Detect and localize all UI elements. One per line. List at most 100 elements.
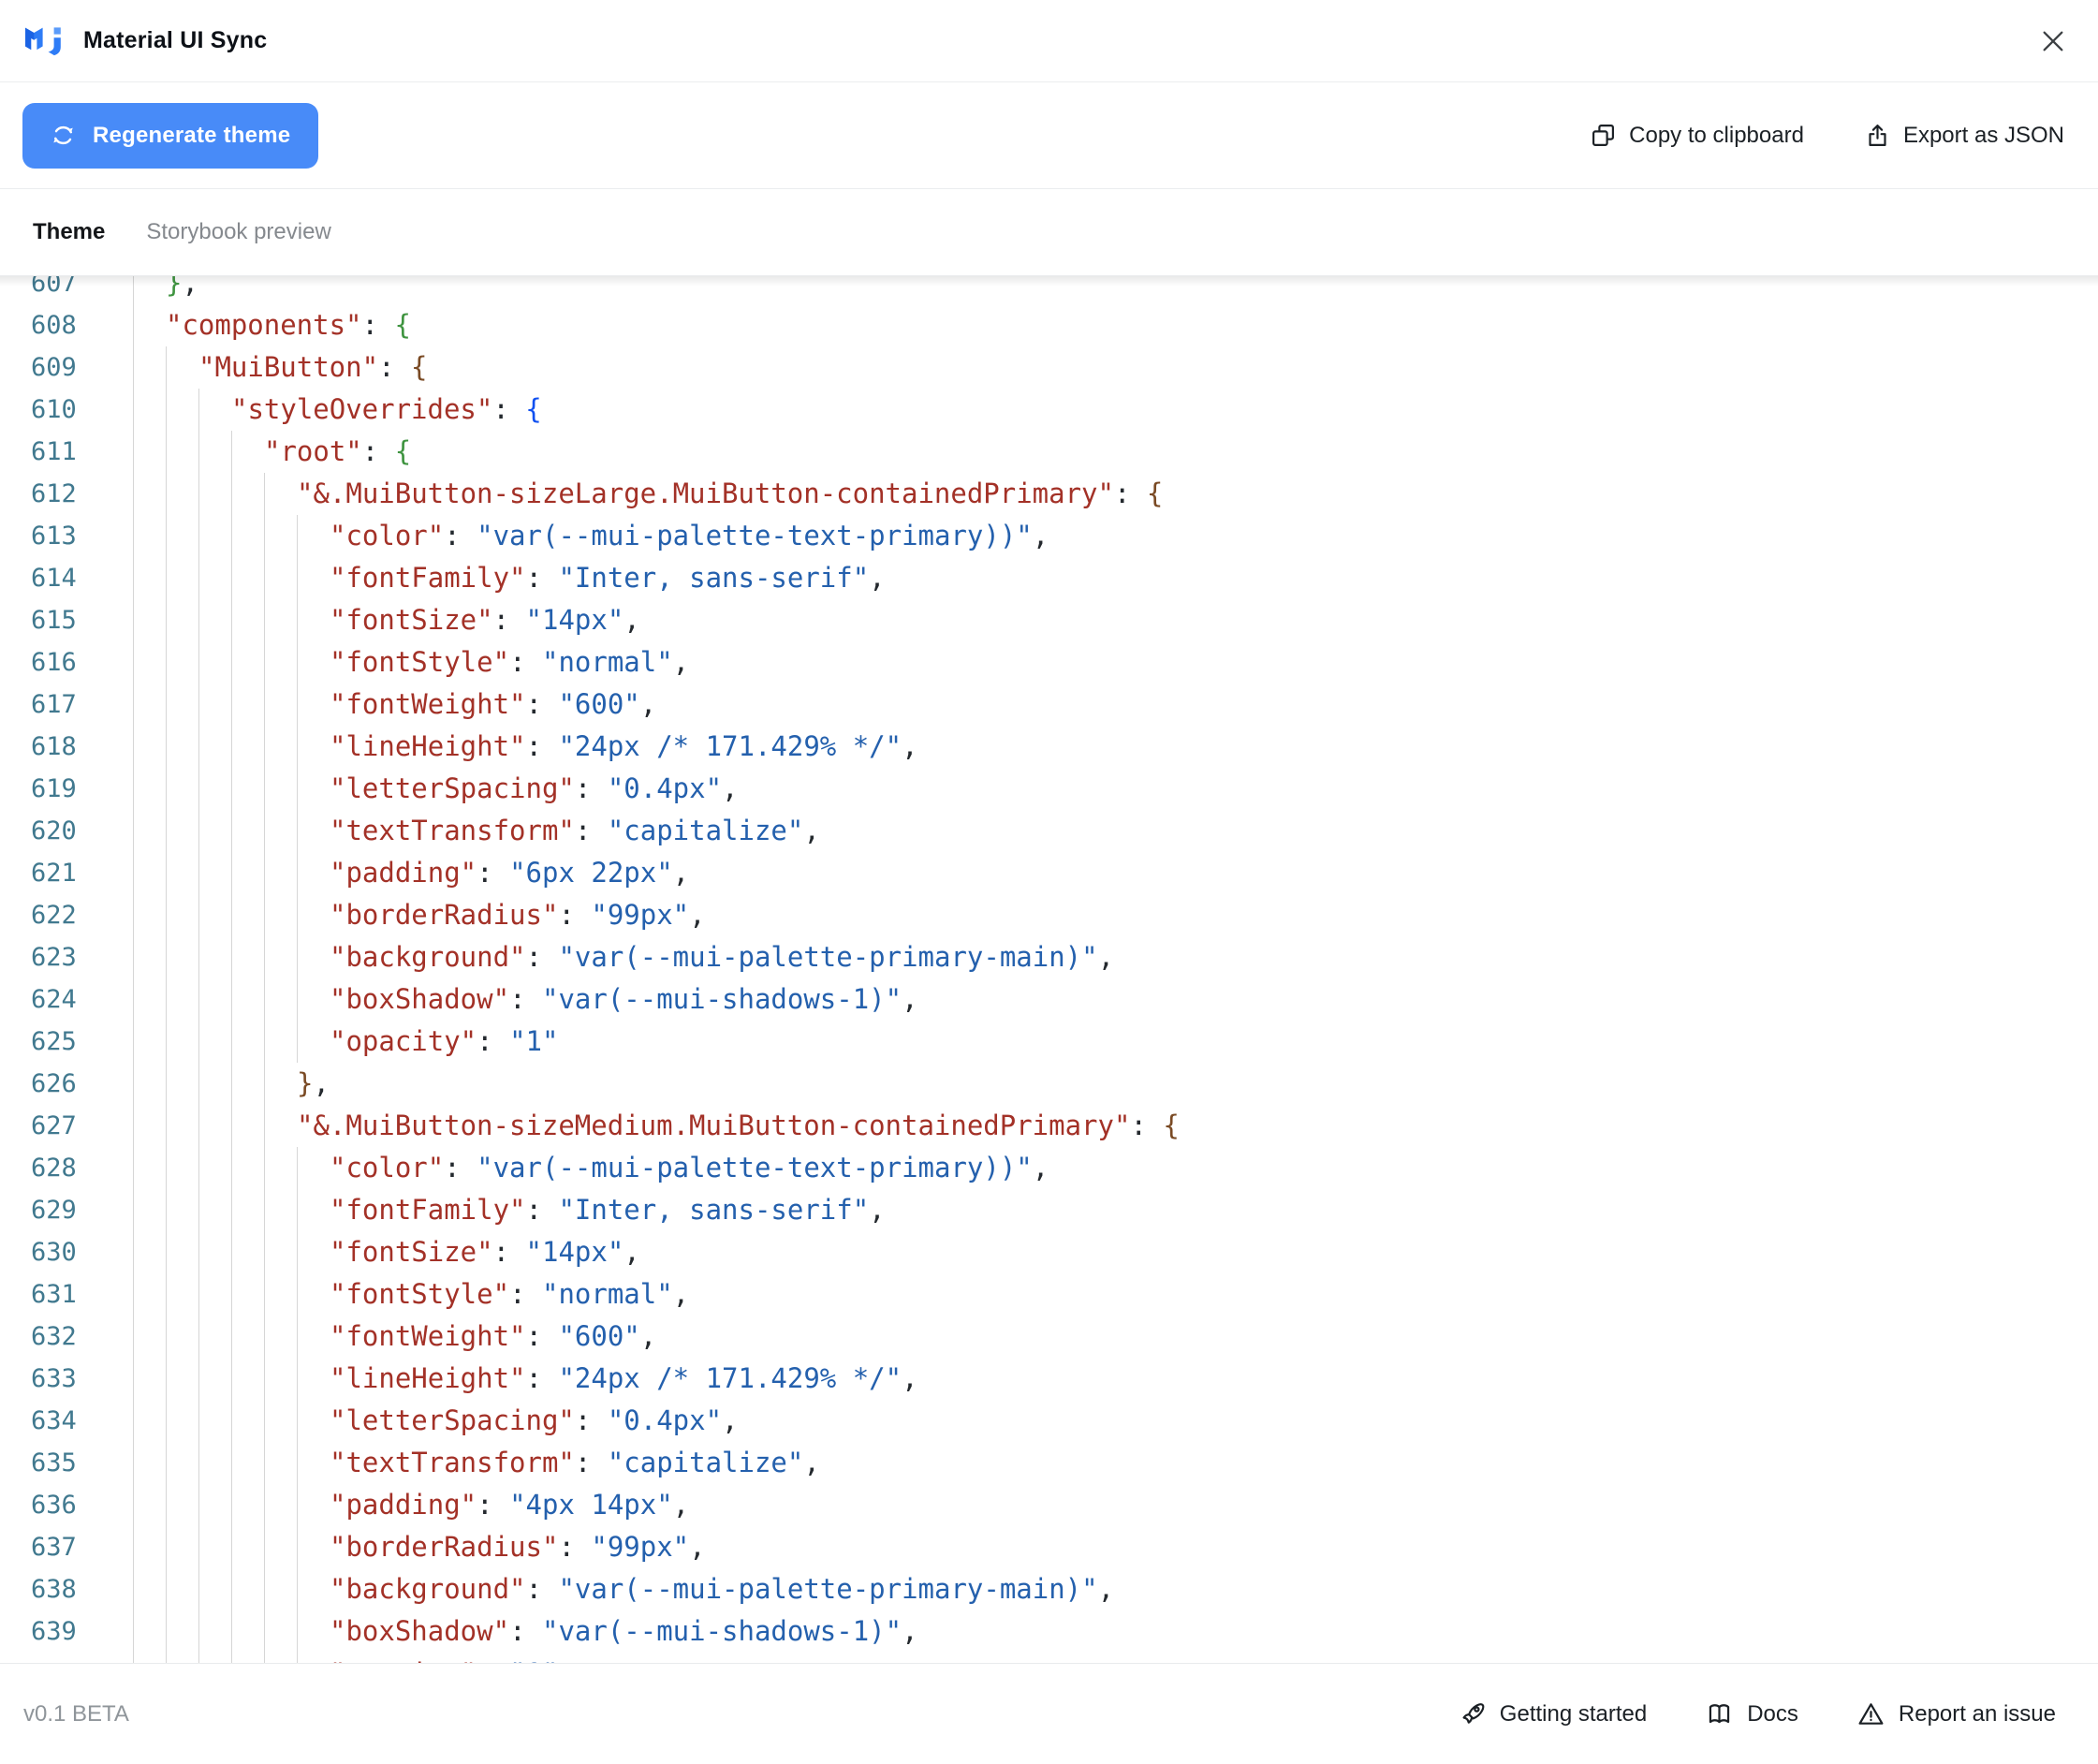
tab-bar: Theme Storybook preview — [0, 189, 2098, 276]
regenerate-theme-button[interactable]: Regenerate theme — [22, 102, 319, 169]
code-line: 619 "letterSpacing": "0.4px", — [0, 768, 2098, 810]
export-as-json-label: Export as JSON — [1902, 122, 2064, 148]
indent-guides — [133, 599, 330, 641]
indent-guides — [133, 1568, 330, 1610]
code-line: 613 "color": "var(--mui-palette-text-prim… — [0, 515, 2098, 557]
export-icon — [1864, 122, 1891, 149]
export-as-json-button[interactable]: Export as JSON — [1864, 122, 2064, 149]
code-line: 612 "&.MuiButton-sizeLarge.MuiButton-cont… — [0, 473, 2098, 515]
line-number: 636 — [31, 1491, 77, 1520]
indent-guides — [133, 768, 330, 810]
code-line: 629 "fontFamily": "Inter, sans-serif", — [0, 1189, 2098, 1231]
code-text: "MuiButton": { — [198, 351, 428, 383]
indent-guides — [133, 473, 297, 515]
indent-guides — [133, 1273, 330, 1316]
code-line: 617 "fontWeight": "600", — [0, 684, 2098, 726]
line-number: 607 — [31, 276, 77, 298]
code-text: "boxShadow": "var(--mui-shadows-1)", — [330, 1615, 918, 1647]
code-text: "boxShadow": "var(--mui-shadows-1)", — [330, 983, 918, 1015]
line-number: 623 — [31, 943, 77, 972]
line-number: 630 — [31, 1238, 77, 1267]
line-number: 634 — [31, 1406, 77, 1435]
indent-guides — [133, 1231, 330, 1273]
code-text: "textTransform": "capitalize", — [330, 815, 820, 846]
report-an-issue-label: Report an issue — [1898, 1700, 2056, 1727]
code-text: "opacity": "1" — [330, 1653, 558, 1663]
tab-theme[interactable]: Theme — [33, 219, 105, 245]
indent-guides — [133, 1189, 330, 1231]
line-number: 611 — [31, 437, 77, 466]
indent-guides — [133, 726, 330, 768]
indent-guides — [133, 1484, 330, 1526]
code-line: 635 "textTransform": "capitalize", — [0, 1442, 2098, 1484]
line-number: 617 — [31, 690, 77, 719]
tab-storybook-preview[interactable]: Storybook preview — [146, 219, 330, 245]
line-number: 635 — [31, 1448, 77, 1477]
indent-guides — [133, 1021, 330, 1063]
code-text: "components": { — [166, 309, 411, 341]
line-number: 615 — [31, 606, 77, 635]
code-text: "opacity": "1" — [330, 1025, 559, 1057]
code-line: 630 "fontSize": "14px", — [0, 1231, 2098, 1273]
line-number: 638 — [31, 1575, 77, 1604]
code-text: "fontFamily": "Inter, sans-serif", — [330, 562, 886, 594]
line-number: 622 — [31, 901, 77, 930]
code-line: 608 "components": { — [0, 304, 2098, 346]
code-text: "background": "var(--mui-palette-primary… — [330, 941, 1115, 973]
code-text: "padding": "4px 14px", — [330, 1489, 690, 1521]
code-line: 626}, — [0, 1063, 2098, 1105]
code-text: "root": { — [264, 435, 412, 467]
docs-link[interactable]: Docs — [1705, 1699, 1798, 1728]
code-line: 628 "color": "var(--mui-palette-text-prim… — [0, 1147, 2098, 1189]
getting-started-label: Getting started — [1499, 1700, 1648, 1727]
theme-code-editor[interactable]: 607}, 608 "components": {609 "MuiButton": {… — [0, 276, 2098, 1663]
line-number: 616 — [31, 648, 77, 677]
code-text: "styleOverrides": { — [231, 393, 542, 425]
getting-started-link[interactable]: Getting started — [1458, 1699, 1647, 1728]
code-line: 633 "lineHeight": "24px /* 171.429% */", — [0, 1358, 2098, 1400]
indent-guides — [133, 1442, 330, 1484]
code-text: "fontSize": "14px", — [330, 1236, 640, 1268]
code-line: 636 "padding": "4px 14px", — [0, 1484, 2098, 1526]
code-text: "fontFamily": "Inter, sans-serif", — [330, 1194, 886, 1226]
report-an-issue-link[interactable]: Report an issue — [1856, 1699, 2056, 1728]
code-text: "padding": "6px 22px", — [330, 857, 690, 889]
copy-to-clipboard-button[interactable]: Copy to clipboard — [1590, 122, 1804, 149]
code-line: 638 "background": "var(--mui-palette-prim… — [0, 1568, 2098, 1610]
code-text: "letterSpacing": "0.4px", — [330, 772, 739, 804]
copy-icon — [1590, 122, 1617, 149]
code-line: 616 "fontStyle": "normal", — [0, 641, 2098, 684]
indent-guides — [133, 852, 330, 894]
code-line: 625 "opacity": "1" — [0, 1021, 2098, 1063]
code-line: 620 "textTransform": "capitalize", — [0, 810, 2098, 852]
code-line: 614 "fontFamily": "Inter, sans-serif", — [0, 557, 2098, 599]
code-text: }, — [297, 1067, 330, 1099]
code-text: "color": "var(--mui-palette-text-primary… — [330, 1152, 1049, 1183]
indent-guides — [133, 431, 264, 473]
code-line: 634 "letterSpacing": "0.4px", — [0, 1400, 2098, 1442]
indent-guides — [133, 1105, 297, 1147]
code-line: 639 "boxShadow": "var(--mui-shadows-1)", — [0, 1610, 2098, 1653]
code-text: "fontStyle": "normal", — [330, 1278, 690, 1310]
code-text: "fontSize": "14px", — [330, 604, 640, 636]
book-icon — [1705, 1699, 1734, 1728]
indent-guides — [133, 1610, 330, 1653]
line-number: 614 — [31, 564, 77, 593]
line-number: 628 — [31, 1154, 77, 1183]
code-text: "letterSpacing": "0.4px", — [330, 1404, 739, 1436]
indent-guides — [133, 1653, 330, 1663]
version-badge: v0.1 BETA — [23, 1700, 129, 1727]
code-line: 618 "lineHeight": "24px /* 171.429% */", — [0, 726, 2098, 768]
toolbar-actions: Copy to clipboard Export as JSON — [1590, 122, 2064, 149]
indent-guides — [133, 1316, 330, 1358]
indent-guides — [133, 810, 330, 852]
copy-to-clipboard-label: Copy to clipboard — [1629, 122, 1804, 148]
line-number: 625 — [31, 1027, 77, 1056]
code-line: 609 "MuiButton": { — [0, 346, 2098, 389]
line-number: 618 — [31, 732, 77, 761]
close-button[interactable] — [2034, 22, 2072, 60]
indent-guides — [133, 1147, 330, 1189]
code-text: "lineHeight": "24px /* 171.429% */", — [330, 730, 918, 762]
toolbar: Regenerate theme Copy to clipboard Expor… — [0, 82, 2098, 189]
code-line: 637 "borderRadius": "99px", — [0, 1526, 2098, 1568]
